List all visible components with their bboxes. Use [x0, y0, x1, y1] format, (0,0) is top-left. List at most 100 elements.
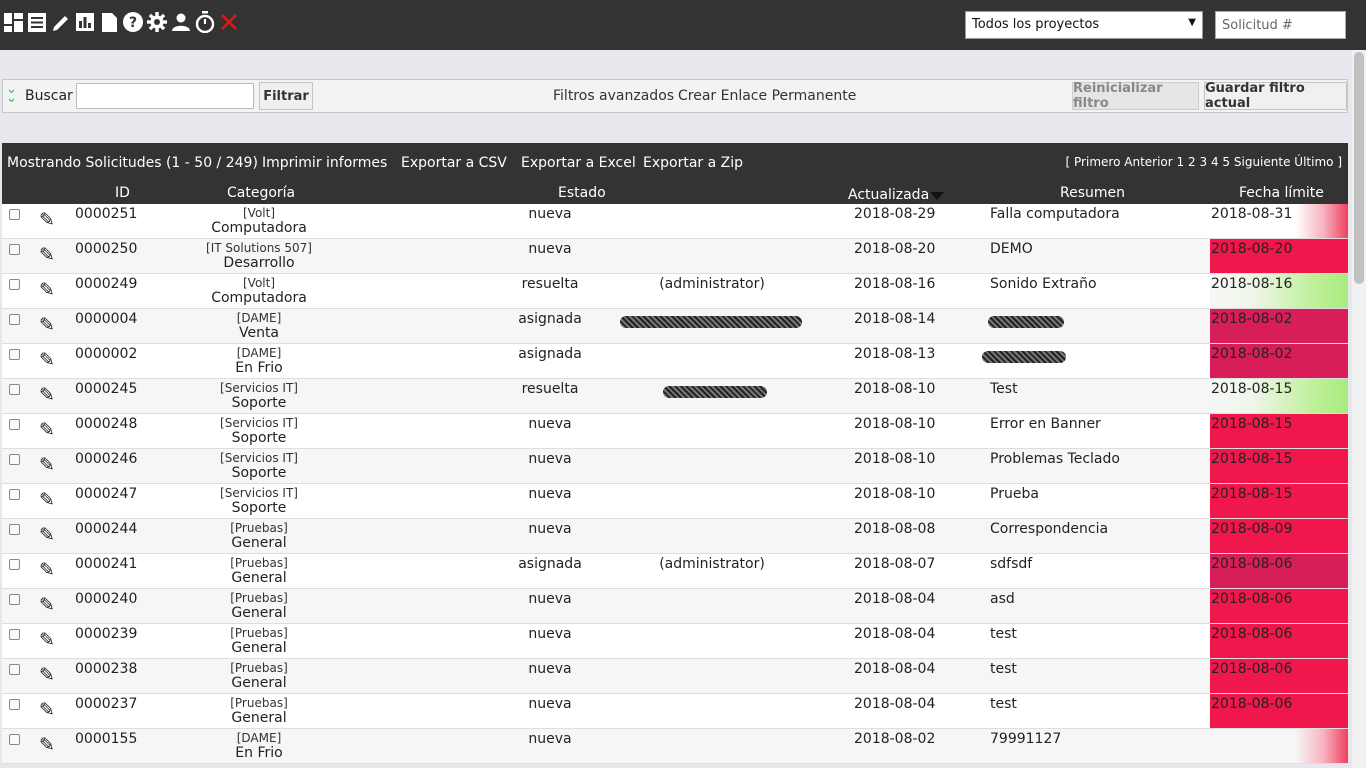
pager-page-2[interactable]: 2: [1188, 155, 1196, 169]
row-checkbox[interactable]: [9, 489, 20, 500]
row-summary[interactable]: test: [990, 626, 1017, 642]
scrollbar-thumb[interactable]: [1354, 52, 1364, 284]
row-checkbox[interactable]: [9, 594, 20, 605]
edit-pencil-icon[interactable]: ✎: [39, 594, 55, 616]
col-id[interactable]: ID: [115, 185, 130, 201]
row-summary[interactable]: 79991127: [990, 731, 1061, 747]
table-row[interactable]: ✎ 0000249 [Volt] Computadora resuelta (admini…: [2, 274, 1348, 309]
row-checkbox[interactable]: [9, 349, 20, 360]
edit-pencil-icon[interactable]: ✎: [39, 349, 55, 371]
edit-pencil-icon[interactable]: ✎: [39, 384, 55, 406]
row-checkbox[interactable]: [9, 524, 20, 535]
pager-last[interactable]: Último: [1294, 155, 1333, 169]
row-id[interactable]: 0000241: [75, 556, 137, 572]
row-checkbox[interactable]: [9, 209, 20, 220]
edit-pencil-icon[interactable]: ✎: [39, 699, 55, 721]
pager-page-4[interactable]: 4: [1211, 155, 1219, 169]
row-summary[interactable]: sdfsdf: [990, 556, 1032, 572]
row-summary[interactable]: test: [990, 661, 1017, 677]
row-id[interactable]: 0000238: [75, 661, 137, 677]
expand-filters-icon[interactable]: ⌄ ⌄: [6, 83, 17, 105]
create-permalink-link[interactable]: Crear Enlace Permanente: [678, 88, 856, 104]
edit-pencil-icon[interactable]: ✎: [39, 489, 55, 511]
row-id[interactable]: 0000244: [75, 521, 137, 537]
gear-icon[interactable]: [146, 10, 168, 34]
row-summary[interactable]: asd: [990, 591, 1015, 607]
row-id[interactable]: 0000248: [75, 416, 137, 432]
table-row[interactable]: ✎ 0000241 [Pruebas] General asignada (adminis…: [2, 554, 1348, 589]
close-icon[interactable]: [218, 10, 240, 34]
row-id[interactable]: 0000247: [75, 486, 137, 502]
row-id[interactable]: 0000246: [75, 451, 137, 467]
row-summary[interactable]: Correspondencia: [990, 521, 1108, 537]
table-row[interactable]: ✎ 0000004 [DAME] Venta asignada 2018-08-14 201…: [2, 309, 1348, 344]
table-row[interactable]: ✎ 0000244 [Pruebas] General nueva 2018-08-08 C…: [2, 519, 1348, 554]
list-icon[interactable]: [26, 10, 48, 34]
table-row[interactable]: ✎ 0000237 [Pruebas] General nueva 2018-08-04 t…: [2, 694, 1348, 729]
edit-pencil-icon[interactable]: ✎: [39, 664, 55, 686]
document-icon[interactable]: [98, 10, 120, 34]
edit-pencil-icon[interactable]: ✎: [39, 629, 55, 651]
row-checkbox[interactable]: [9, 314, 20, 325]
export-excel-link[interactable]: Exportar a Excel: [521, 155, 636, 171]
row-summary[interactable]: DEMO: [990, 241, 1033, 257]
ticket-number-input[interactable]: [1215, 11, 1346, 39]
edit-pencil-icon[interactable]: ✎: [39, 559, 55, 581]
pencil-icon[interactable]: [50, 10, 72, 34]
user-icon[interactable]: [170, 10, 192, 34]
chart-icon[interactable]: [74, 10, 96, 34]
pager-page-5[interactable]: 5: [1222, 155, 1230, 169]
row-id[interactable]: 0000240: [75, 591, 137, 607]
row-checkbox[interactable]: [9, 244, 20, 255]
edit-pencil-icon[interactable]: ✎: [39, 524, 55, 546]
table-row[interactable]: ✎ 0000246 [Servicios IT] Soporte nueva 2018-0…: [2, 449, 1348, 484]
table-row[interactable]: ✎ 0000239 [Pruebas] General nueva 2018-08-04 t…: [2, 624, 1348, 659]
col-category[interactable]: Categoría: [227, 185, 295, 201]
edit-pencil-icon[interactable]: ✎: [39, 244, 55, 266]
row-summary[interactable]: Sonido Extraño: [990, 276, 1097, 292]
row-id[interactable]: 0000245: [75, 381, 137, 397]
print-reports-link[interactable]: Imprimir informes: [262, 155, 387, 171]
row-id[interactable]: 0000250: [75, 241, 137, 257]
col-status[interactable]: Estado: [558, 185, 606, 201]
row-id[interactable]: 0000002: [75, 346, 137, 362]
advanced-filters-link[interactable]: Filtros avanzados: [553, 88, 674, 104]
row-summary[interactable]: test: [990, 696, 1017, 712]
table-row[interactable]: ✎ 0000245 [Servicios IT] Soporte resuelta 201…: [2, 379, 1348, 414]
table-row[interactable]: ✎ 0000247 [Servicios IT] Soporte nueva 2018-0…: [2, 484, 1348, 519]
edit-pencil-icon[interactable]: ✎: [39, 279, 55, 301]
row-checkbox[interactable]: [9, 279, 20, 290]
row-id[interactable]: 0000237: [75, 696, 137, 712]
row-summary[interactable]: Prueba: [990, 486, 1039, 502]
table-row[interactable]: ✎ 0000251 [Volt] Computadora nueva 2018-08-29…: [2, 204, 1348, 239]
pager-page-3[interactable]: 3: [1199, 155, 1207, 169]
table-row[interactable]: ✎ 0000002 [DAME] En Frio asignada 2018-08-13 2…: [2, 344, 1348, 379]
export-csv-link[interactable]: Exportar a CSV: [401, 155, 507, 171]
search-input[interactable]: [76, 83, 254, 109]
row-checkbox[interactable]: [9, 384, 20, 395]
row-id[interactable]: 0000249: [75, 276, 137, 292]
row-checkbox[interactable]: [9, 734, 20, 745]
stopwatch-icon[interactable]: [194, 10, 216, 34]
project-select[interactable]: Todos los proyectos ▼: [965, 11, 1203, 39]
col-summary[interactable]: Resumen: [1060, 185, 1125, 201]
dashboard-icon[interactable]: [2, 10, 24, 34]
row-summary[interactable]: Test: [990, 381, 1018, 397]
help-icon[interactable]: ?: [122, 10, 144, 34]
row-summary[interactable]: Problemas Teclado: [990, 451, 1120, 467]
row-id[interactable]: 0000155: [75, 731, 137, 747]
row-checkbox[interactable]: [9, 629, 20, 640]
row-checkbox[interactable]: [9, 419, 20, 430]
table-row[interactable]: ✎ 0000238 [Pruebas] General nueva 2018-08-04 t…: [2, 659, 1348, 694]
col-due-date[interactable]: Fecha límite: [1239, 185, 1324, 201]
row-checkbox[interactable]: [9, 699, 20, 710]
row-checkbox[interactable]: [9, 454, 20, 465]
edit-pencil-icon[interactable]: ✎: [39, 209, 55, 231]
row-id[interactable]: 0000239: [75, 626, 137, 642]
row-summary[interactable]: Falla computadora: [990, 206, 1120, 222]
edit-pencil-icon[interactable]: ✎: [39, 419, 55, 441]
table-row[interactable]: ✎ 0000248 [Servicios IT] Soporte nueva 2018-0…: [2, 414, 1348, 449]
edit-pencil-icon[interactable]: ✎: [39, 734, 55, 756]
row-checkbox[interactable]: [9, 664, 20, 675]
table-row[interactable]: ✎ 0000155 [DAME] En Frio nueva 2018-08-02 7999…: [2, 729, 1348, 764]
